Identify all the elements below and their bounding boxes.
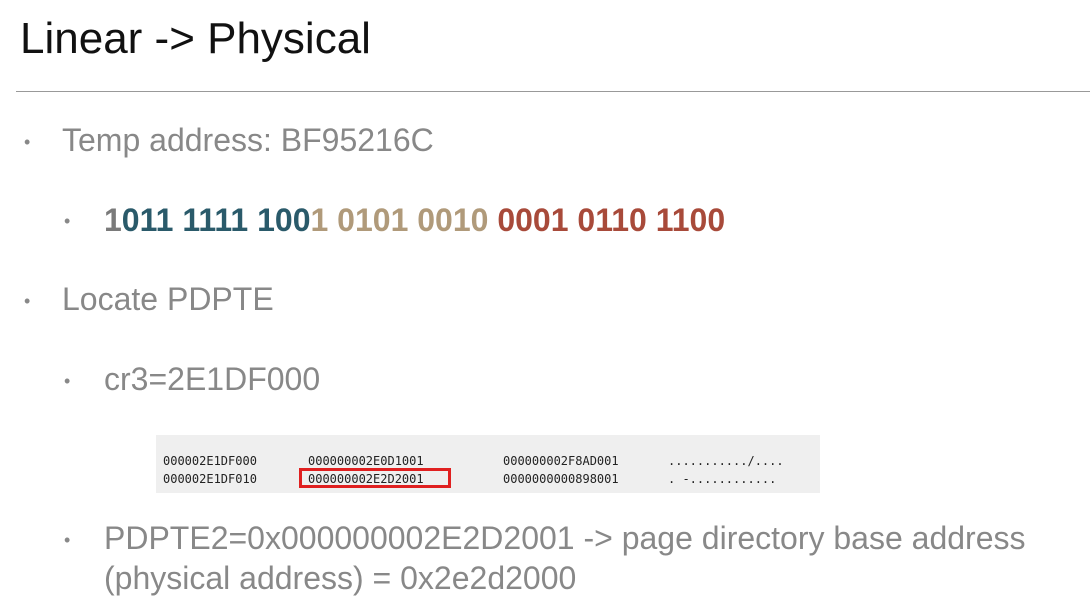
slide-title: Linear -> Physical (20, 14, 371, 63)
pdpte-line-2: (physical address) = 0x2e2d2000 (104, 560, 577, 596)
locate-pdpte: Locate PDPTE (62, 281, 274, 317)
binary-address: 1011 1111 1001 0101 0010 0001 0110 1100 (104, 202, 725, 239)
cr3-value: cr3=2E1DF000 (104, 361, 321, 397)
dump-qword: 000000002E0D1001 (308, 454, 424, 468)
dump-address: 000002E1DF000 (163, 454, 257, 468)
bullet-icon: • (24, 132, 31, 152)
dump-ascii: . -............ (668, 472, 777, 486)
binary-part-2: 011 1111 100 (121, 202, 311, 238)
highlight-box (299, 468, 451, 488)
bullet-icon: • (64, 530, 71, 550)
temp-address: Temp address: BF95216C (62, 122, 434, 158)
dump-address: 000002E1DF010 (163, 472, 257, 486)
dump-qword: 0000000000898001 (503, 472, 619, 486)
bullet-icon: • (24, 291, 31, 311)
bullet-icon: • (64, 371, 71, 391)
binary-part-3: 1 0101 0010 (310, 202, 498, 238)
title-divider (16, 91, 1090, 92)
dump-ascii: .........../.... (668, 454, 784, 468)
bullet-icon: • (64, 211, 71, 231)
binary-part-4: 0001 0110 1100 (497, 202, 726, 238)
pdpte-line-1: PDPTE2=0x000000002E2D2001 -> page direct… (104, 520, 1026, 556)
memory-dump: 000002E1DF000 000000002E0D1001 000000002… (156, 435, 820, 493)
dump-qword: 000000002F8AD001 (503, 454, 619, 468)
binary-part-1: 1 (104, 202, 122, 238)
